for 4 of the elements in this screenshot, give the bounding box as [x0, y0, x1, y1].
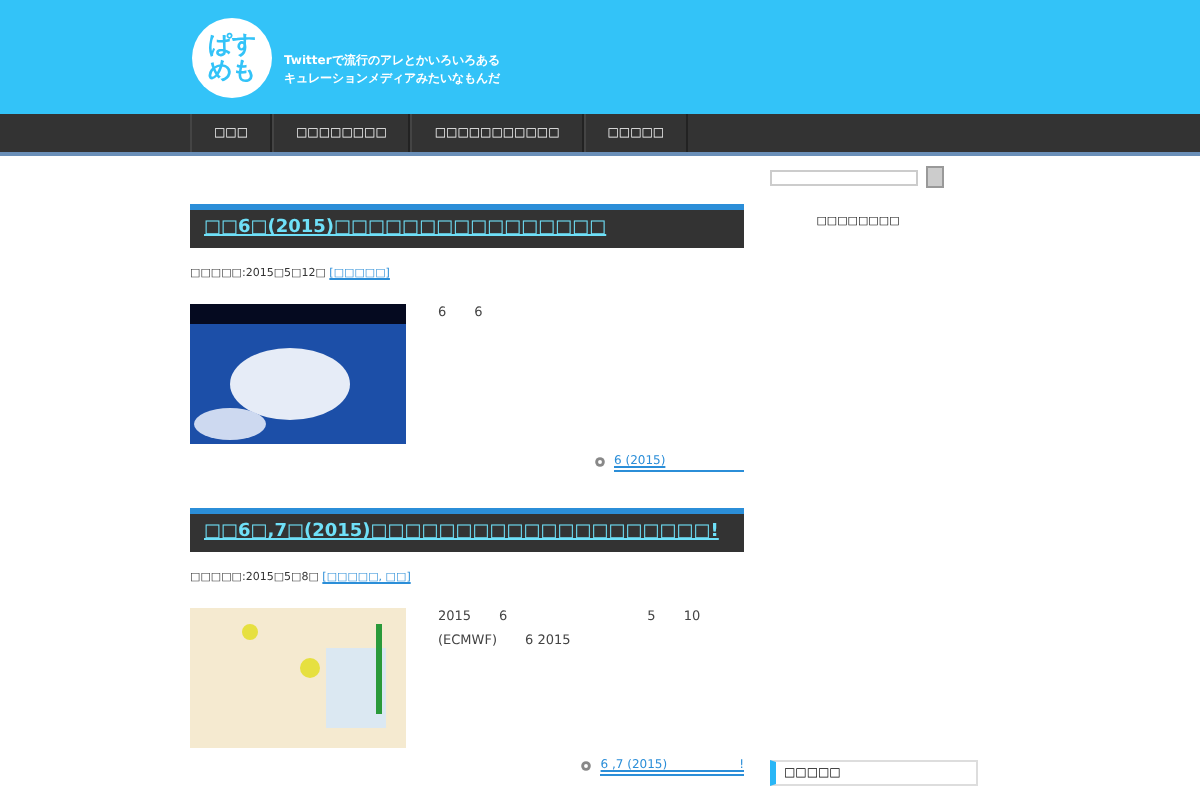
search-field[interactable]: [770, 169, 918, 185]
search-button[interactable]: [926, 166, 944, 188]
post-title[interactable]: □□6□,7□(2015)□□□□□□□□□□□□□□□□□□□□!: [190, 508, 744, 552]
post-title[interactable]: □□6□(2015)□□□□□□□□□□□□□□□□: [190, 204, 744, 248]
